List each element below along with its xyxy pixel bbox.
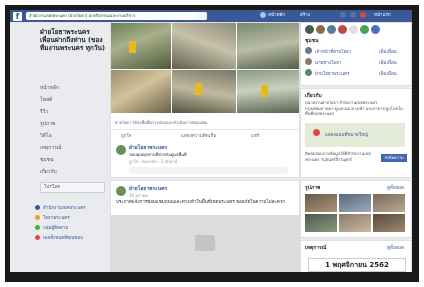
worker-figure (261, 85, 268, 97)
shortcut-civil-works[interactable]: โยธาพระนคร (35, 214, 70, 221)
post-photo-grid[interactable] (111, 23, 299, 113)
person-avatar-icon[interactable] (305, 47, 312, 54)
friend-avatar-icon[interactable] (327, 25, 336, 34)
sidebar-item-community[interactable]: ชุมชน (40, 156, 54, 164)
post-photo[interactable] (172, 70, 236, 113)
sidebar-item-home[interactable]: หน้าหลัก (40, 84, 59, 92)
sidebar-photo[interactable] (339, 194, 371, 212)
contact-text: ติดต่อสอบถามข้อมูลได้ที่สำนักงานเขตพระนค… (305, 151, 371, 162)
post-actions: ถูกใจ แสดงความคิดเห็น แชร์ (111, 129, 299, 140)
page-dot-icon (35, 235, 40, 240)
friend-avatar-icon[interactable] (349, 25, 358, 34)
top-navigation-bar: f สำนักงานเขตพระนคร (ฝ่ายโยธา) ฝ่ายกิจกร… (10, 10, 412, 22)
map-link[interactable]: แสดงแผนที่ขนาดใหญ่ (325, 131, 368, 138)
map-pin-icon (313, 129, 320, 136)
person-avatar-icon[interactable] (305, 58, 312, 65)
post-photo[interactable] (237, 70, 299, 113)
comment-meta[interactable]: ถูกใจ · ตอบกลับ · 2 สัปดาห์ (129, 158, 177, 165)
profile-avatar-icon[interactable] (260, 12, 266, 18)
event-date-label[interactable]: 1 พฤศจิกายน 2562 (308, 258, 406, 272)
nav-menu[interactable]: หน้าแรก (374, 12, 391, 20)
page-avatar[interactable] (116, 186, 126, 196)
community-title: ชุมชน (305, 38, 319, 44)
page-dot-icon (35, 215, 40, 220)
person-name[interactable]: นายช่างโยธา (315, 59, 341, 66)
right-sidebar: ชุมชน เจ้าหน้าที่ฝ่ายโยธา เพิ่มเพื่อน นา… (300, 22, 412, 272)
friend-avatar-icon[interactable] (371, 25, 380, 34)
about-text: หน่วยงานฝ่ายโยธา สำนักงานเขตพระนคร กรุงเ… (305, 100, 403, 116)
notifications-icon[interactable] (360, 12, 366, 18)
photos-card: รูปภาพ ดูทั้งหมด (300, 180, 412, 238)
left-sidebar: ฝ่ายโยธาพระนคร เพื่อนฝากถึงท่าน (ของ ทีม… (10, 22, 108, 272)
shortcut-label: สำนักงานเขตพระนคร (43, 206, 86, 211)
sidebar-photo[interactable] (373, 194, 405, 212)
friend-avatar-icon[interactable] (305, 25, 314, 34)
post-photo[interactable] (111, 70, 171, 113)
nav-create[interactable]: สร้าง (300, 12, 310, 20)
person-avatar-icon[interactable] (305, 69, 312, 76)
add-friend-button[interactable]: เพิ่มเพื่อน (379, 59, 397, 66)
shortcut-label: กลุ่มผู้ติดตาม (43, 226, 69, 231)
people-card: ชุมชน เจ้าหน้าที่ฝ่ายโยธา เพิ่มเพื่อน นา… (300, 22, 412, 86)
like-button[interactable]: ถูกใจ (121, 132, 131, 139)
see-all-photos-link[interactable]: ดูทั้งหมด (387, 184, 404, 191)
send-message-button[interactable]: ส่งข้อความ (381, 154, 407, 162)
sidebar-item-reviews[interactable]: รีวิว (40, 108, 48, 116)
post-caption: ฝ่ายโยธา ได้ลงพื้นที่ตรวจสอบและดำเนินการ… (115, 120, 208, 125)
worker-figure (129, 41, 136, 53)
messenger-icon[interactable] (350, 12, 356, 18)
sidebar-photo[interactable] (339, 214, 371, 232)
friend-avatar-icon[interactable] (316, 25, 325, 34)
post-card-text: ฝ่ายโยธาพระนคร 30 ตุลาคม ประกาศแจ้งการซ่… (110, 180, 300, 272)
person-name[interactable]: ฝ่ายโยธาพระนคร (315, 70, 349, 77)
photos-title: รูปภาพ (305, 185, 321, 191)
sidebar-item-about[interactable]: เกี่ยวกับ (40, 168, 57, 176)
add-friend-button[interactable]: เพิ่มเพื่อน (379, 70, 397, 77)
shortcut-label: โยธาพระนคร (43, 216, 70, 221)
shortcut-liked-pages[interactable]: เพจทั้งหมดที่คุณชอบ (35, 234, 83, 241)
events-title: เหตุการณ์ (305, 245, 327, 251)
post-photo[interactable] (237, 23, 299, 69)
promote-button[interactable]: โปรโมท (40, 182, 105, 193)
sidebar-photo[interactable] (373, 214, 405, 232)
post-text: ประกาศแจ้งการซ่อมแซมถนนและทางเท้าในพื้นท… (116, 200, 286, 205)
commenter-avatar[interactable] (116, 145, 126, 155)
sidebar-item-videos[interactable]: วิดีโอ (40, 132, 52, 140)
image-placeholder-icon (195, 235, 215, 251)
shortcut-label: เพจทั้งหมดที่คุณชอบ (43, 236, 83, 241)
friend-avatar-icon[interactable] (338, 25, 347, 34)
facebook-page-screen: f สำนักงานเขตพระนคร (ฝ่ายโยธา) ฝ่ายกิจกร… (10, 10, 412, 272)
friends-icon[interactable] (340, 12, 346, 18)
sidebar-item-posts[interactable]: โพสต์ (40, 96, 52, 104)
facebook-logo-icon[interactable]: f (13, 12, 22, 21)
sidebar-photo[interactable] (305, 214, 337, 232)
search-input[interactable]: สำนักงานเขตพระนคร (ฝ่ายโยธา) ฝ่ายกิจกรรม… (26, 12, 199, 20)
sidebar-item-events[interactable]: เหตุการณ์ (40, 144, 61, 152)
comment-button[interactable]: แสดงความคิดเห็น (181, 132, 216, 139)
post-photo[interactable] (111, 23, 171, 69)
add-friend-button[interactable]: เพิ่มเพื่อน (379, 48, 397, 55)
see-all-events-link[interactable]: ดูทั้งหมด (387, 244, 404, 251)
page-dot-icon (35, 205, 40, 210)
person-name[interactable]: เจ้าหน้าที่ฝ่ายโยธา (315, 48, 351, 55)
post-time[interactable]: 30 ตุลาคม (129, 192, 148, 199)
comment-input[interactable] (129, 167, 289, 174)
news-feed: ฝ่ายโยธา ได้ลงพื้นที่ตรวจสอบและดำเนินการ… (110, 22, 300, 272)
share-button[interactable]: แชร์ (251, 132, 259, 139)
post-photo[interactable] (172, 23, 236, 69)
comment-text: ขอบคุณทุกท่านที่ช่วยกันดูแลพื้นที่ (129, 152, 187, 157)
post-card-photos: ฝ่ายโยธา ได้ลงพื้นที่ตรวจสอบและดำเนินการ… (110, 22, 300, 178)
about-card: เกี่ยวกับ หน่วยงานฝ่ายโยธา สำนักงานเขตพร… (300, 88, 412, 178)
worker-figure (195, 83, 202, 95)
friend-avatar-icon[interactable] (360, 25, 369, 34)
sidebar-photo[interactable] (305, 194, 337, 212)
shortcut-district-office[interactable]: สำนักงานเขตพระนคร (35, 204, 86, 211)
nav-home[interactable]: หน้าหลัก (268, 12, 285, 20)
about-title: เกี่ยวกับ (305, 93, 322, 99)
search-icon[interactable] (197, 12, 207, 20)
page-title: ฝ่ายโยธาพระนคร เพื่อนฝากถึงท่าน (ของ ทีม… (40, 28, 105, 52)
page-dot-icon (35, 225, 40, 230)
sidebar-item-photos[interactable]: รูปภาพ (40, 120, 55, 128)
shortcut-followers[interactable]: กลุ่มผู้ติดตาม (35, 224, 68, 231)
